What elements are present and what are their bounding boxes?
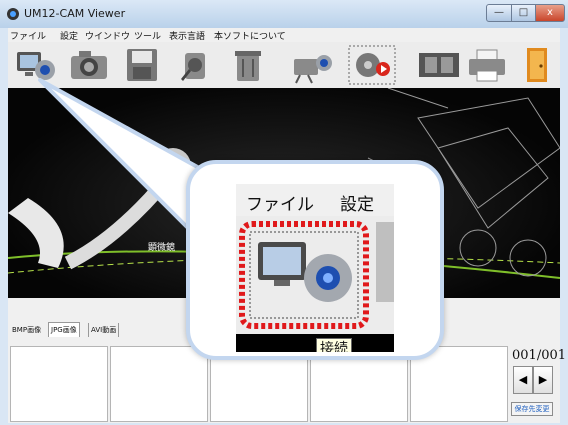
- zoomed-menu-file: ファイル: [246, 195, 314, 215]
- zoom-callout: ファイル 設定 接続: [186, 160, 444, 360]
- connect-tooltip: 接続: [316, 338, 352, 352]
- zoomed-toolbar: 接続: [236, 216, 394, 352]
- zoomed-menu-bar: ファイル 設定: [236, 184, 394, 216]
- zoomed-menu-settings: 設定: [340, 195, 374, 215]
- zoomed-view: ファイル 設定 接続: [236, 184, 394, 352]
- zoomed-connect-icon[interactable]: [236, 216, 394, 334]
